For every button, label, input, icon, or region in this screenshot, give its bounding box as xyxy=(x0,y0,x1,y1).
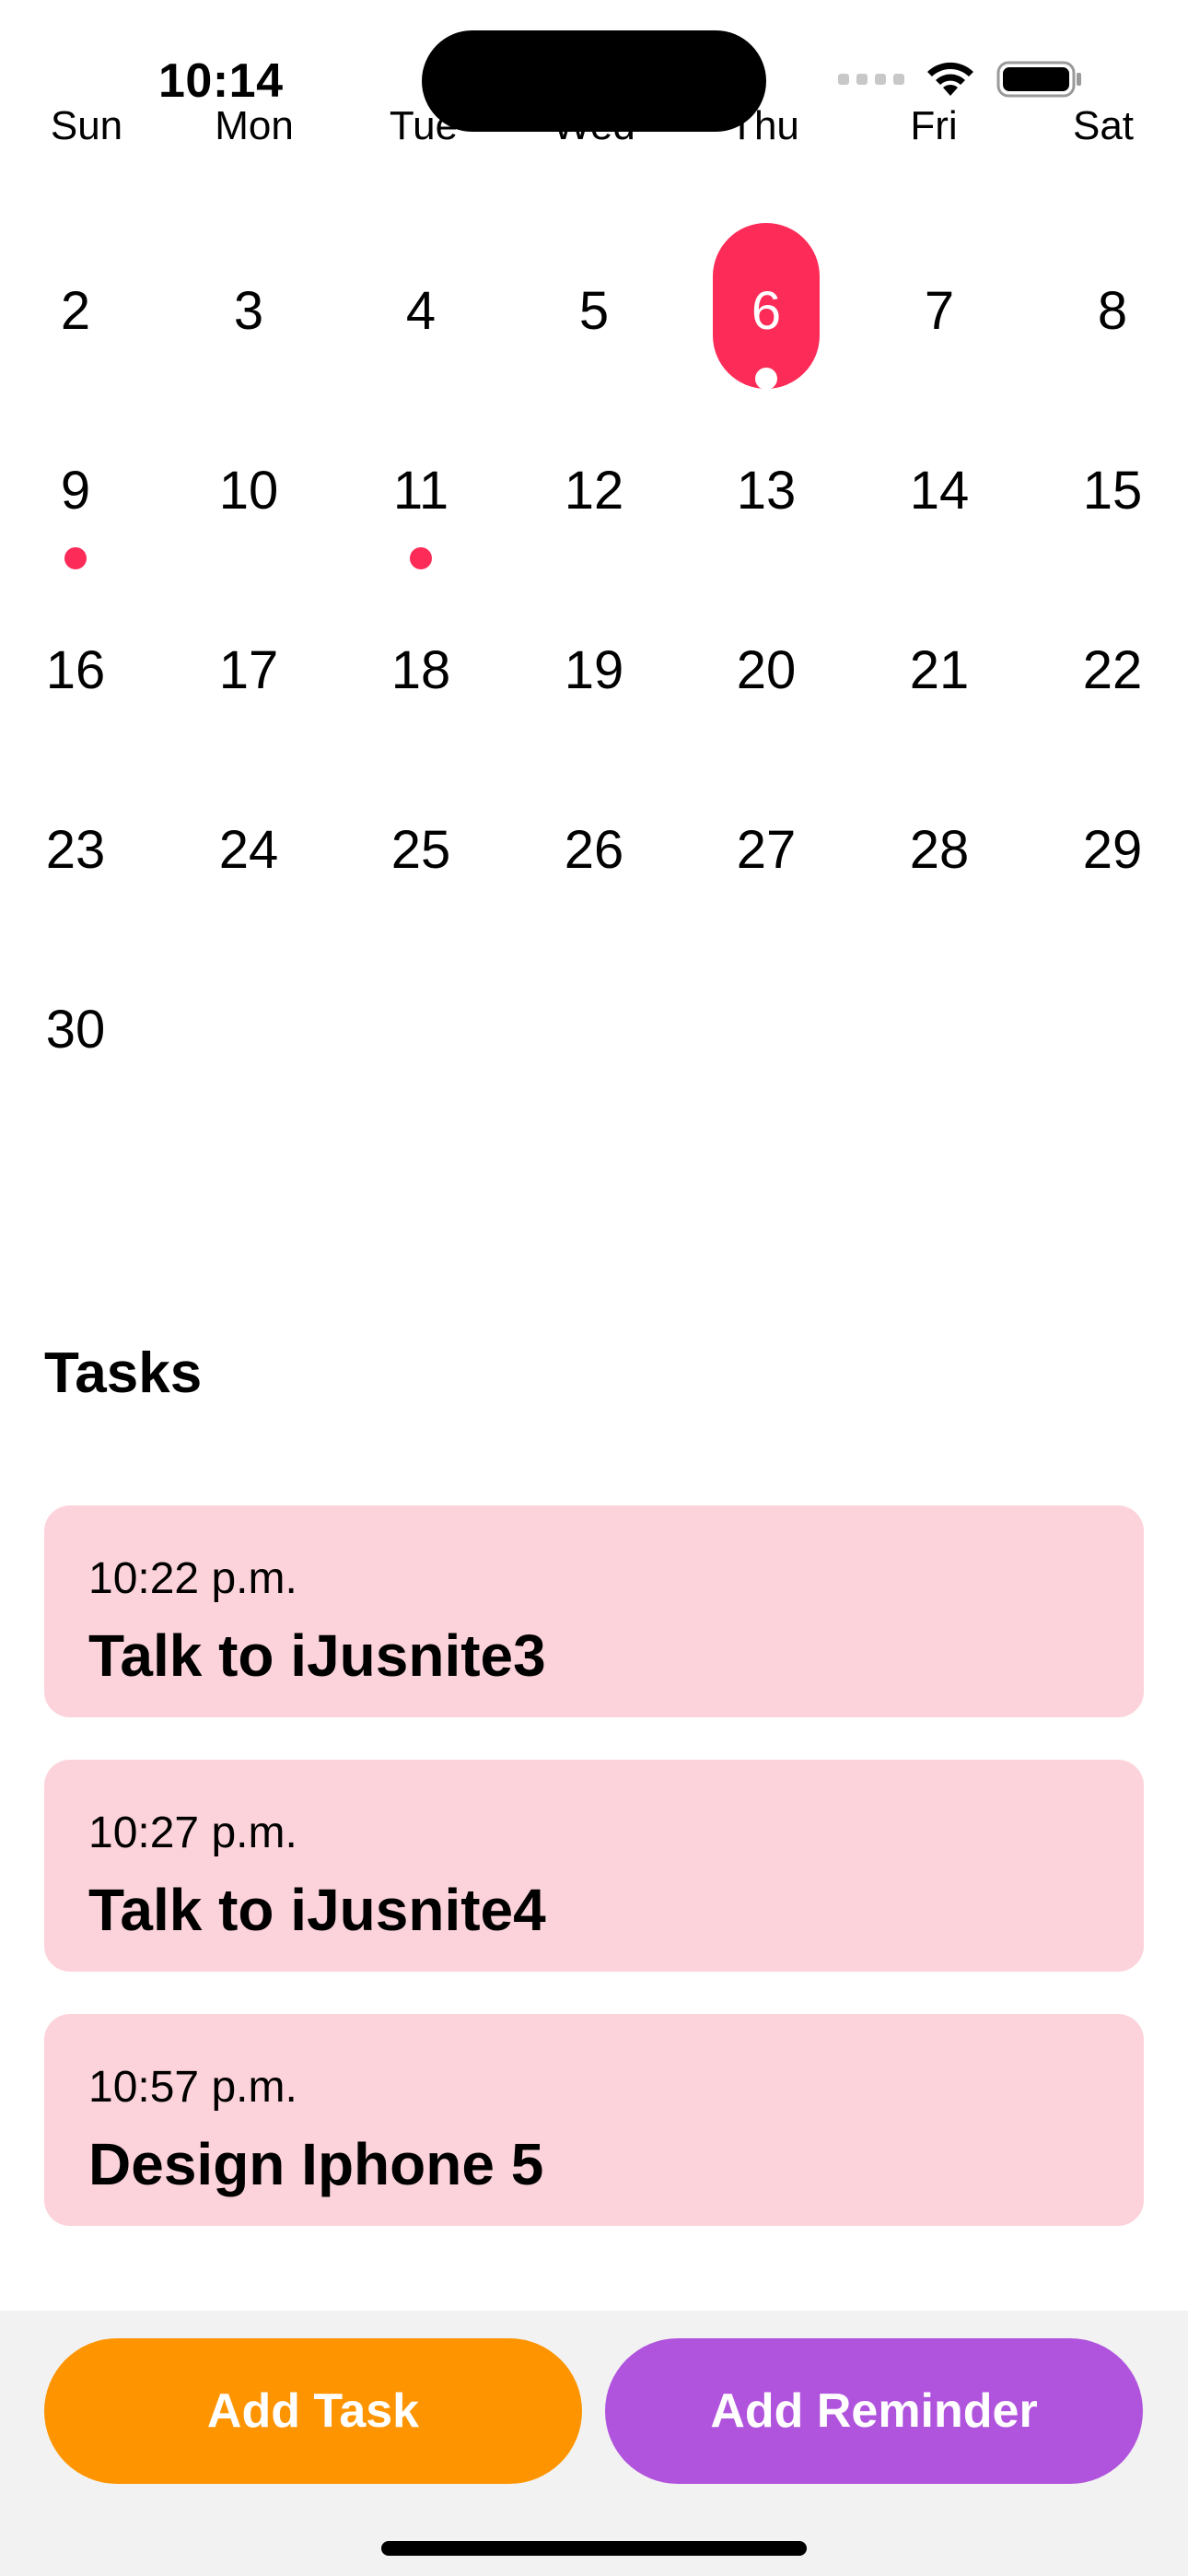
calendar-day[interactable]: 12 xyxy=(507,459,681,625)
task-time: 10:27 p.m. xyxy=(88,1809,297,1857)
calendar-day[interactable]: 10 xyxy=(162,459,335,625)
calendar-day[interactable]: 20 xyxy=(680,638,853,804)
task-title: Talk to iJusnite4 xyxy=(88,1877,546,1943)
calendar-day-number: 6 xyxy=(751,281,782,341)
task-title: Talk to iJusnite3 xyxy=(88,1622,546,1689)
calendar-day-number: 24 xyxy=(218,820,279,880)
calendar-day-number: 26 xyxy=(564,820,624,880)
calendar-day-number: 13 xyxy=(736,461,797,521)
calendar-day[interactable]: 26 xyxy=(507,818,681,984)
home-indicator xyxy=(381,2541,807,2556)
task-title: Design Iphone 5 xyxy=(88,2131,544,2197)
calendar-day[interactable]: 8 xyxy=(1026,279,1188,445)
calendar-day[interactable]: 2 xyxy=(0,279,162,445)
calendar-day-number: 22 xyxy=(1082,640,1143,700)
add-task-button[interactable]: Add Task xyxy=(44,2338,582,2484)
calendar-day-number: 3 xyxy=(233,281,264,341)
calendar-day[interactable]: 14 xyxy=(853,459,1026,625)
calendar-day-number: 14 xyxy=(909,461,970,521)
calendar-day[interactable]: 21 xyxy=(853,638,1026,804)
add-reminder-button[interactable]: Add Reminder xyxy=(605,2338,1143,2484)
task-time: 10:22 p.m. xyxy=(88,1554,297,1603)
calendar-day-selected[interactable]: 6 xyxy=(680,223,853,445)
event-dot-icon xyxy=(64,547,87,569)
calendar-day[interactable]: 15 xyxy=(1026,459,1188,625)
calendar-day-number: 4 xyxy=(405,281,437,341)
calendar-day[interactable]: 25 xyxy=(334,818,507,984)
calendar-day[interactable]: 9 xyxy=(0,459,162,625)
calendar-day[interactable]: 19 xyxy=(507,638,681,804)
calendar-day-number: 16 xyxy=(45,640,106,700)
calendar-day-number: 19 xyxy=(564,640,624,700)
event-dot-icon xyxy=(410,547,432,569)
calendar-day-number: 29 xyxy=(1082,820,1143,880)
task-time: 10:57 p.m. xyxy=(88,2063,297,2112)
calendar-day[interactable]: 13 xyxy=(680,459,853,625)
task-card[interactable]: 10:57 p.m. Design Iphone 5 xyxy=(44,2014,1144,2226)
calendar-day[interactable]: 5 xyxy=(507,279,681,445)
calendar-day[interactable]: 23 xyxy=(0,818,162,984)
calendar-day[interactable]: 27 xyxy=(680,818,853,984)
calendar-day-number: 2 xyxy=(60,281,91,341)
calendar-day-number: 27 xyxy=(736,820,797,880)
calendar-day-number: 21 xyxy=(909,640,970,700)
calendar-day[interactable]: 11 xyxy=(334,459,507,625)
event-dot-icon xyxy=(755,368,777,390)
calendar-day-number: 30 xyxy=(45,1000,106,1060)
calendar-day-number: 23 xyxy=(45,820,106,880)
calendar-day[interactable]: 7 xyxy=(853,279,1026,445)
calendar-day[interactable]: 17 xyxy=(162,638,335,804)
calendar-day-number: 5 xyxy=(578,281,610,341)
bottom-action-bar: Add Task Add Reminder xyxy=(0,2311,1188,2576)
calendar-day-number: 11 xyxy=(392,461,449,521)
calendar-day-number: 12 xyxy=(564,461,624,521)
calendar-day[interactable]: 16 xyxy=(0,638,162,804)
calendar-day[interactable]: 18 xyxy=(334,638,507,804)
calendar-grid: 2 3 4 5 6 7 8 9 10 11 12 13 14 15 16 17 18 19 20 21 22 23 24 25… xyxy=(0,0,1188,1152)
calendar-day-number: 20 xyxy=(736,640,797,700)
calendar-day-number: 8 xyxy=(1097,281,1128,341)
calendar-day[interactable]: 3 xyxy=(162,279,335,445)
calendar-day-number: 7 xyxy=(924,281,955,341)
calendar-day-number: 25 xyxy=(390,820,451,880)
calendar-day-number: 28 xyxy=(909,820,970,880)
calendar-day[interactable]: 4 xyxy=(334,279,507,445)
tasks-heading: Tasks xyxy=(44,1341,203,1405)
calendar-day-number: 17 xyxy=(218,640,279,700)
calendar-day-number: 15 xyxy=(1082,461,1143,521)
task-card[interactable]: 10:27 p.m. Talk to iJusnite4 xyxy=(44,1760,1144,1972)
calendar-day[interactable]: 24 xyxy=(162,818,335,984)
task-card[interactable]: 10:22 p.m. Talk to iJusnite3 xyxy=(44,1505,1144,1717)
calendar-day[interactable]: 22 xyxy=(1026,638,1188,804)
calendar-day[interactable]: 29 xyxy=(1026,818,1188,984)
calendar-day-number: 10 xyxy=(218,461,279,521)
calendar-day-number: 18 xyxy=(390,640,451,700)
calendar-day[interactable]: 30 xyxy=(0,998,162,1164)
calendar-day-number: 9 xyxy=(60,461,91,521)
calendar-day[interactable]: 28 xyxy=(853,818,1026,984)
